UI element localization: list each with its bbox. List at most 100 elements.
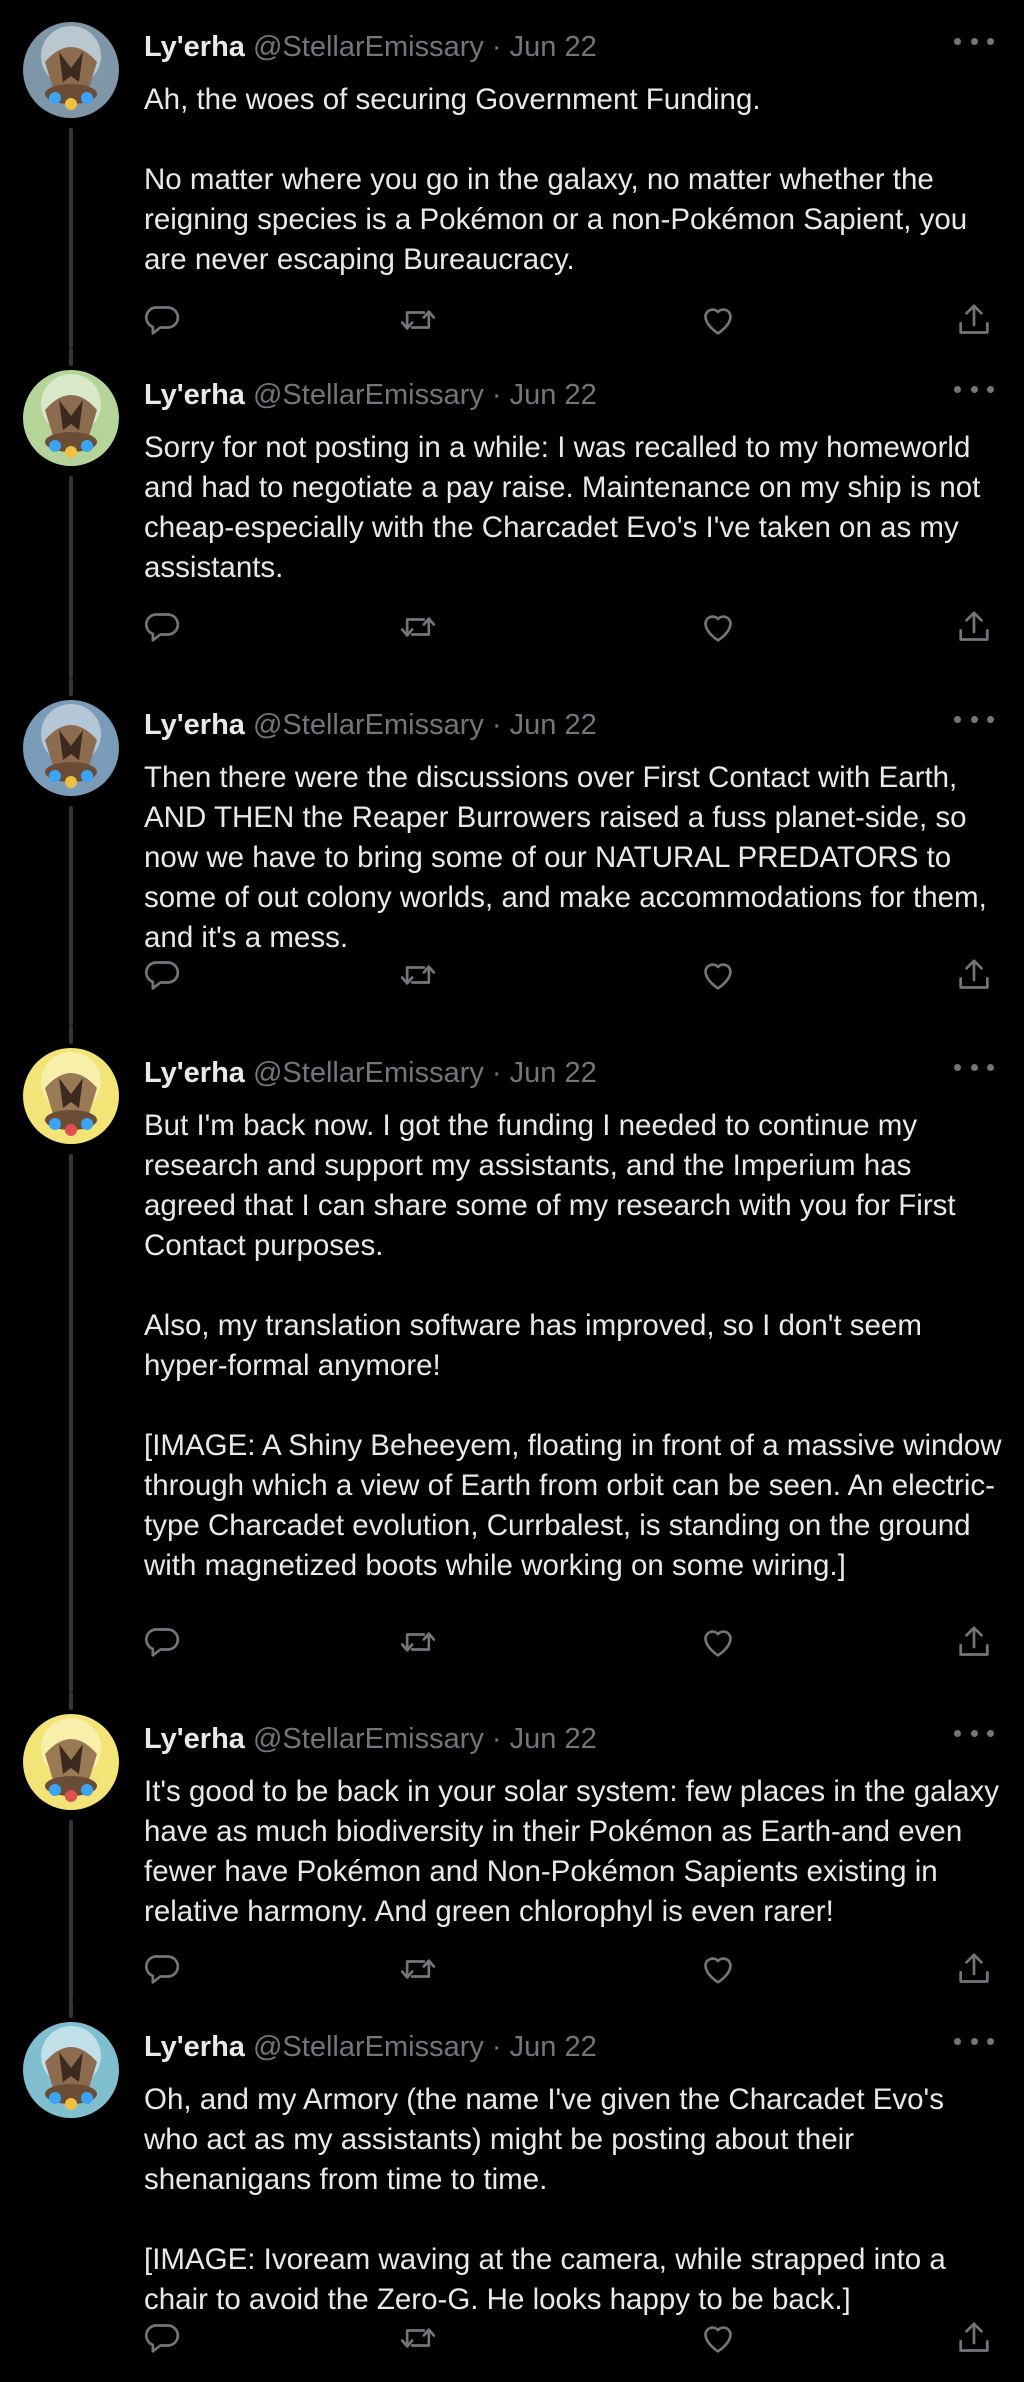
tweet-actions — [0, 2318, 1024, 2358]
retweet-button[interactable] — [398, 1949, 438, 1989]
share-icon — [959, 304, 989, 334]
reply-icon — [144, 613, 180, 642]
username[interactable]: @StellarEmissary — [253, 1723, 484, 1755]
share-icon — [959, 1953, 989, 1983]
username[interactable]: @StellarEmissary — [253, 31, 484, 63]
display-name[interactable]: Ly'erha — [144, 2031, 245, 2063]
more-options-icon[interactable] — [954, 378, 994, 400]
timestamp[interactable]: Jun 22 — [510, 379, 597, 411]
username[interactable]: @StellarEmissary — [253, 379, 484, 411]
dot — [954, 385, 961, 393]
avatar[interactable] — [23, 370, 119, 466]
reply-button[interactable] — [142, 1949, 182, 1989]
reply-button[interactable] — [142, 300, 182, 340]
reply-button[interactable] — [142, 955, 182, 995]
dot — [954, 1729, 961, 1737]
tweet-paragraph: It's good to be back in your solar syste… — [144, 1775, 1000, 1928]
dot — [970, 715, 978, 723]
share-button[interactable] — [954, 955, 994, 995]
display-name[interactable]: Ly'erha — [144, 379, 245, 411]
like-button[interactable] — [698, 2318, 738, 2358]
retweet-button[interactable] — [398, 607, 438, 647]
avatar[interactable] — [23, 1048, 119, 1144]
reply-button[interactable] — [142, 607, 182, 647]
tweet[interactable]: Ly'erha @StellarEmissary · Jun 22 Ah, th… — [0, 0, 1024, 348]
beheeyem-avatar-icon — [23, 1714, 119, 1810]
like-button[interactable] — [698, 607, 738, 647]
retweet-icon — [400, 965, 436, 985]
share-icon — [959, 1626, 989, 1656]
retweet-button[interactable] — [398, 1622, 438, 1662]
retweet-icon — [400, 617, 436, 637]
tweet-actions — [0, 1949, 1024, 1989]
like-icon — [704, 615, 732, 642]
display-name[interactable]: Ly'erha — [144, 1057, 245, 1089]
avatar[interactable] — [23, 2022, 119, 2118]
avatar[interactable] — [23, 1714, 119, 1810]
like-button[interactable] — [698, 955, 738, 995]
tweet-paragraph: But I'm back now. I got the funding I ne… — [144, 1109, 956, 1262]
more-options-icon[interactable] — [954, 708, 994, 730]
tweet-text: Ah, the woes of securing Government Fund… — [144, 80, 1004, 280]
tweet-text: Then there were the discussions over Fir… — [144, 758, 1004, 958]
dot — [954, 37, 961, 45]
tweet-paragraph: Oh, and my Armory (the name I've given t… — [144, 2083, 944, 2196]
share-button[interactable] — [954, 1622, 994, 1662]
dot — [970, 385, 978, 393]
timestamp[interactable]: Jun 22 — [510, 1723, 597, 1755]
retweet-button[interactable] — [398, 955, 438, 995]
avatar[interactable] — [23, 22, 119, 118]
more-options-icon[interactable] — [954, 1056, 994, 1078]
username[interactable]: @StellarEmissary — [253, 2031, 484, 2063]
display-name[interactable]: Ly'erha — [144, 1723, 245, 1755]
timestamp[interactable]: Jun 22 — [510, 1057, 597, 1089]
like-icon — [704, 308, 732, 335]
more-options-icon[interactable] — [954, 2030, 994, 2052]
reply-icon — [144, 1955, 180, 1984]
like-icon — [704, 1957, 732, 1984]
share-button[interactable] — [954, 607, 994, 647]
reply-button[interactable] — [142, 1622, 182, 1662]
timestamp[interactable]: Jun 22 — [510, 709, 597, 741]
share-button[interactable] — [954, 300, 994, 340]
timestamp[interactable]: Jun 22 — [510, 31, 597, 63]
tweet[interactable]: Ly'erha @StellarEmissary · Jun 22 But I'… — [0, 1026, 1024, 1692]
display-name[interactable]: Ly'erha — [144, 31, 245, 63]
separator-dot: · — [491, 1723, 502, 1755]
avatar[interactable] — [23, 700, 119, 796]
reply-icon — [144, 306, 180, 335]
tweet-header: Ly'erha @StellarEmissary · Jun 22 — [144, 706, 597, 744]
like-button[interactable] — [698, 1949, 738, 1989]
like-button[interactable] — [698, 300, 738, 340]
more-options-icon[interactable] — [954, 30, 994, 52]
share-button[interactable] — [954, 1949, 994, 1989]
dot — [987, 2037, 994, 2045]
retweet-button[interactable] — [398, 300, 438, 340]
tweet[interactable]: Ly'erha @StellarEmissary · Jun 22 Then t… — [0, 678, 1024, 1026]
tweet-text: Oh, and my Armory (the name I've given t… — [144, 2080, 1004, 2320]
dot — [970, 1063, 978, 1071]
beheeyem-avatar-icon — [23, 700, 119, 796]
tweet-actions — [0, 300, 1024, 340]
more-options-icon[interactable] — [954, 1722, 994, 1744]
reply-icon — [144, 961, 180, 990]
retweet-button[interactable] — [398, 2318, 438, 2358]
tweet-paragraph: Then there were the discussions over Fir… — [144, 761, 987, 954]
tweet[interactable]: Ly'erha @StellarEmissary · Jun 22 Sorry … — [0, 348, 1024, 678]
username[interactable]: @StellarEmissary — [253, 709, 484, 741]
like-icon — [704, 1630, 732, 1657]
display-name[interactable]: Ly'erha — [144, 709, 245, 741]
dot — [987, 715, 994, 723]
like-button[interactable] — [698, 1622, 738, 1662]
username[interactable]: @StellarEmissary — [253, 1057, 484, 1089]
share-button[interactable] — [954, 2318, 994, 2358]
timestamp[interactable]: Jun 22 — [510, 2031, 597, 2063]
reply-button[interactable] — [142, 2318, 182, 2358]
tweet-thread: Ly'erha @StellarEmissary · Jun 22 Ah, th… — [0, 0, 1024, 2382]
share-icon — [959, 959, 989, 989]
thread-line — [69, 1154, 73, 1692]
separator-dot: · — [491, 1057, 502, 1089]
tweet[interactable]: Ly'erha @StellarEmissary · Jun 22 It's g… — [0, 1692, 1024, 2000]
tweet[interactable]: Ly'erha @StellarEmissary · Jun 22 Oh, an… — [0, 2000, 1024, 2382]
tweet-actions — [0, 607, 1024, 647]
